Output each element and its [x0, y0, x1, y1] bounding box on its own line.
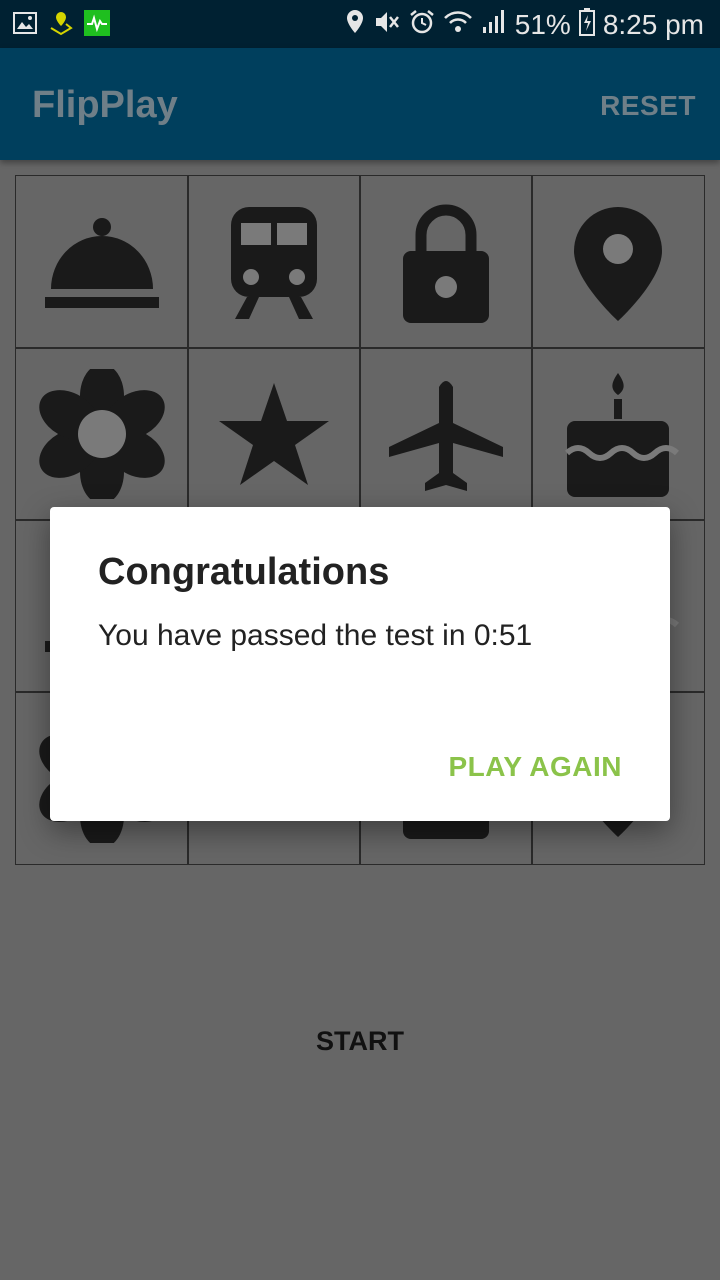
- wifi-icon: [443, 9, 473, 40]
- tile[interactable]: [531, 347, 705, 521]
- tile[interactable]: [359, 347, 533, 521]
- battery-icon: [578, 8, 595, 41]
- battery-percent: 51%: [514, 8, 571, 40]
- play-again-button[interactable]: PLAY AGAIN: [448, 751, 622, 783]
- flower-icon: [39, 369, 165, 499]
- status-bar: 51% 8:25 pm: [0, 0, 720, 48]
- tile[interactable]: [187, 347, 361, 521]
- lock-icon: [403, 204, 489, 323]
- dialog-title: Congratulations: [98, 551, 390, 593]
- signal-icon: [481, 9, 507, 40]
- start-button[interactable]: START: [0, 1026, 720, 1057]
- tile[interactable]: [15, 347, 189, 521]
- train-icon: [231, 207, 317, 319]
- cloche-icon: [45, 218, 159, 308]
- mute-icon: [373, 9, 401, 40]
- congratulations-dialog: Congratulations You have passed the test…: [50, 507, 670, 821]
- gallery-icon: [12, 10, 38, 36]
- app-title: FlipPlay: [32, 84, 178, 126]
- map-pin-icon: [574, 207, 662, 321]
- tile[interactable]: [531, 175, 705, 349]
- star-icon: [219, 383, 329, 485]
- tile[interactable]: [359, 175, 533, 349]
- cake-icon: [564, 373, 680, 497]
- map-pin-icon: [48, 10, 74, 36]
- location-icon: [345, 9, 365, 40]
- tile[interactable]: [15, 175, 189, 349]
- health-icon: [84, 10, 110, 36]
- clock: 8:25 pm: [602, 8, 704, 40]
- tile[interactable]: [187, 175, 361, 349]
- app-bar: FlipPlay RESET: [0, 48, 720, 160]
- dialog-message: You have passed the test in 0:51: [98, 619, 533, 652]
- airplane-icon: [389, 381, 503, 491]
- reset-button[interactable]: RESET: [600, 90, 696, 122]
- alarm-icon: [409, 9, 435, 40]
